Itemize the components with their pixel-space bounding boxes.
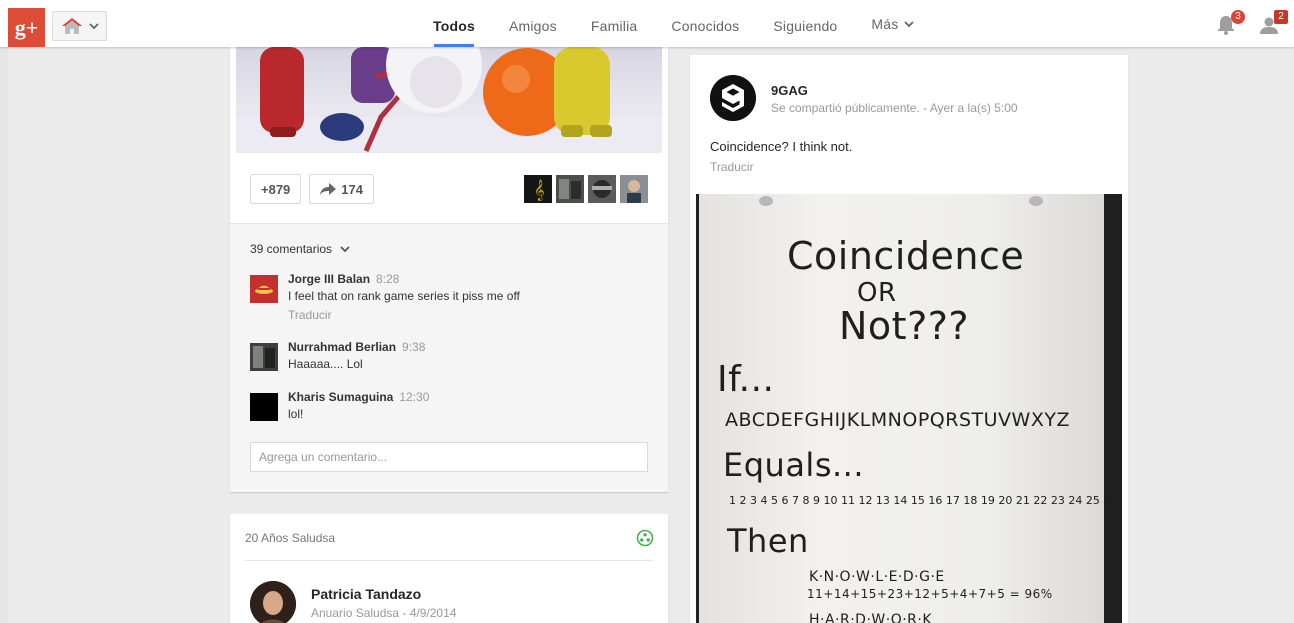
notifications-button[interactable]: 3 <box>1215 10 1245 38</box>
commenter-avatar[interactable] <box>250 275 278 303</box>
comment-time[interactable]: 9:38 <box>402 340 425 354</box>
chevron-down-icon <box>89 23 99 29</box>
tab-amigos[interactable]: Amigos <box>492 0 574 47</box>
chevron-down-icon <box>904 20 915 27</box>
translate-link[interactable]: Traducir <box>288 308 520 322</box>
author-avatar[interactable] <box>250 581 296 623</box>
commenter-avatar[interactable] <box>250 343 278 371</box>
post-image[interactable] <box>236 47 662 153</box>
commenter-name[interactable]: Nurrahmad Berlian <box>288 340 396 354</box>
poster-if: If... <box>717 359 775 400</box>
resharer-avatar[interactable] <box>620 175 648 203</box>
tab-more[interactable]: Más <box>854 0 931 47</box>
resharers-list: 𝄞 <box>524 175 648 203</box>
chevron-down-icon <box>340 246 350 252</box>
resharer-avatar[interactable]: 𝄞 <box>524 175 552 203</box>
poster-knowledge-sum: 11+14+15+23+12+5+4+7+5 = 96% <box>807 587 1053 601</box>
post-card: +879 174 𝄞 39 comentarios Jorge III Bala… <box>230 47 668 492</box>
add-comment-input[interactable]: Agrega un comentario... <box>250 442 648 472</box>
resharer-avatar[interactable] <box>556 175 584 203</box>
google-plus-logo[interactable]: g+ <box>8 8 45 47</box>
tab-todos[interactable]: Todos <box>416 0 492 47</box>
author-name[interactable]: 9GAG <box>771 83 808 98</box>
home-menu-button[interactable] <box>52 11 107 41</box>
poster-hardwork: H·A·R·D·W·O·R·K <box>809 612 933 623</box>
divider <box>245 560 653 561</box>
comment-time[interactable]: 12:30 <box>399 390 429 404</box>
commenter-avatar[interactable] <box>250 393 278 421</box>
tab-siguiendo[interactable]: Siguiendo <box>756 0 854 47</box>
poster-alphabet: ABCDEFGHIJKLMNOPQRSTUVWXYZ <box>725 409 1070 431</box>
comments-section: 39 comentarios Jorge III Balan 8:28 I fee… <box>230 223 668 492</box>
tab-conocidos[interactable]: Conocidos <box>654 0 756 47</box>
share-arrow-icon <box>320 183 337 195</box>
svg-text:𝄞: 𝄞 <box>534 180 545 201</box>
comment-time[interactable]: 8:28 <box>376 272 399 286</box>
teletubbies-photo <box>236 47 662 153</box>
tab-familia[interactable]: Familia <box>574 0 655 47</box>
author-name[interactable]: Patricia Tandazo <box>311 586 421 602</box>
resharer-avatar[interactable] <box>588 175 616 203</box>
post-meta[interactable]: Anuario Saludsa - 4/9/2014 <box>311 606 456 620</box>
9gag-logo-avatar[interactable] <box>710 75 756 121</box>
poster-numbers: 1 2 3 4 5 6 7 8 9 10 11 12 13 14 15 16 1… <box>729 494 1118 507</box>
commenter-name[interactable]: Kharis Sumaguina <box>288 390 393 404</box>
share-button[interactable]: 174 <box>309 174 374 204</box>
communities-icon[interactable] <box>636 529 654 547</box>
handwritten-poster: Coincidence OR Not??? If... ABCDEFGHIJKL… <box>699 194 1117 623</box>
stream-filter-tabs: Todos Amigos Familia Conocidos Siguiendo… <box>416 0 931 47</box>
post-card: 9GAG Se compartió públicamente. - Ayer a… <box>690 55 1128 623</box>
translate-link[interactable]: Traducir <box>710 160 754 174</box>
post-card: 20 Años Saludsa Patricia Tandazo Anuario… <box>230 514 668 623</box>
comment-text: I feel that on rank game series it piss … <box>288 289 520 303</box>
share-count-badge: 2 <box>1274 10 1288 24</box>
poster-knowledge: K·N·O·W·L·E·D·G·E <box>809 569 945 585</box>
comment-text: lol! <box>288 407 304 421</box>
share-count: 174 <box>341 181 363 197</box>
plus-one-button[interactable]: +879 <box>250 174 302 204</box>
commenter-name[interactable]: Jorge III Balan <box>288 272 370 286</box>
post-text: Coincidence? I think not. <box>710 139 853 154</box>
post-image[interactable]: Coincidence OR Not??? If... ABCDEFGHIJKL… <box>696 194 1122 623</box>
poster-not: Not??? <box>839 304 970 348</box>
poster-equals: Equals... <box>723 446 864 484</box>
share-box-button[interactable]: 2 <box>1258 10 1288 38</box>
comments-count: 39 comentarios <box>250 242 333 256</box>
top-navigation-bar: g+ Todos Amigos Familia Conocidos Siguie… <box>0 0 1294 47</box>
post-meta[interactable]: Se compartió públicamente. - Ayer a la(s… <box>771 101 1018 115</box>
tab-more-label: Más <box>871 15 899 32</box>
comments-toggle[interactable]: 39 comentarios <box>250 242 350 256</box>
poster-then: Then <box>727 522 809 560</box>
notifications-count-badge: 3 <box>1231 10 1245 24</box>
comment-text: Haaaaa.... Lol <box>288 357 363 371</box>
home-icon <box>62 18 82 34</box>
community-name[interactable]: 20 Años Saludsa <box>245 531 335 545</box>
poster-title: Coincidence <box>787 234 1025 278</box>
